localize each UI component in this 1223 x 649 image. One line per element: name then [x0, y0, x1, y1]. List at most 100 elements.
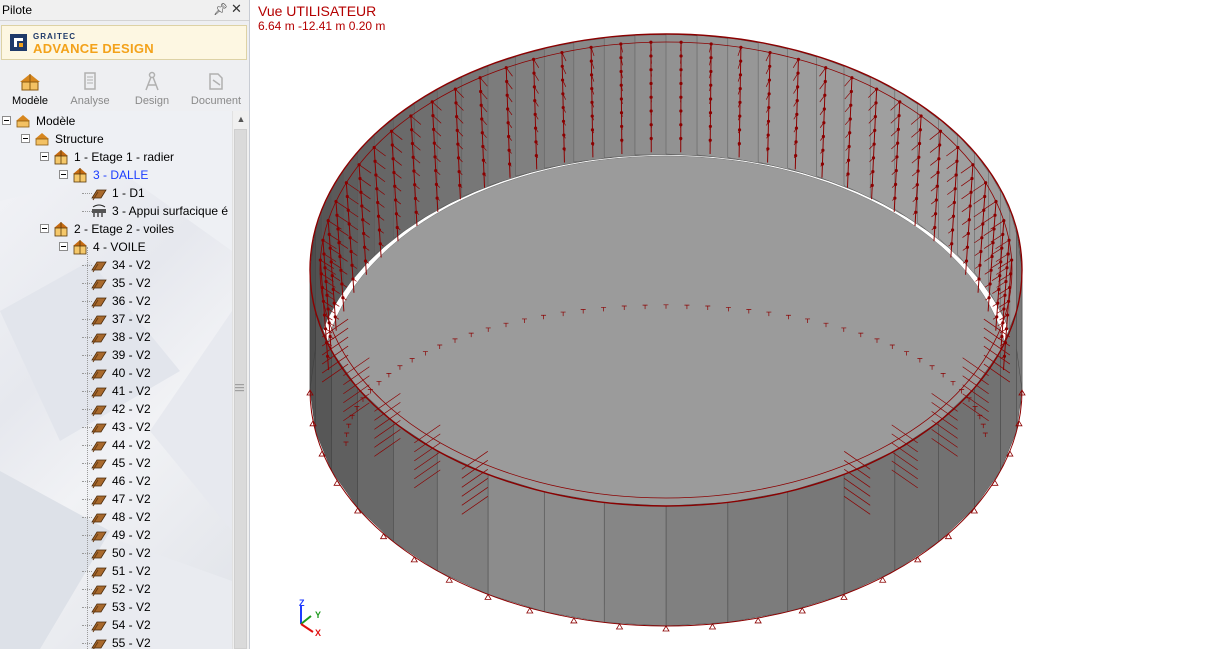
- tree-node-wall[interactable]: 34 - V2: [0, 256, 232, 274]
- load-arrow-head: [895, 155, 899, 159]
- load-arrow-head: [919, 114, 923, 118]
- tree-node-wall[interactable]: 43 - V2: [0, 418, 232, 436]
- load-arrow-head: [456, 156, 461, 160]
- load-arrow-head: [738, 100, 742, 105]
- tab-analysis[interactable]: Analyse: [60, 64, 120, 110]
- load-arrow-head: [739, 59, 743, 63]
- tree-node-wall[interactable]: 48 - V2: [0, 508, 232, 526]
- tree-node-wall[interactable]: 40 - V2: [0, 364, 232, 382]
- design-compass-icon: [145, 71, 159, 91]
- plate-icon: [91, 639, 107, 649]
- tree-node-wall[interactable]: 49 - V2: [0, 526, 232, 544]
- tree-node-level-1[interactable]: 1 - Etage 1 - radier: [0, 148, 232, 166]
- tree-node-wall[interactable]: 53 - V2: [0, 598, 232, 616]
- load-arrow-head: [479, 89, 483, 94]
- expand-toggle-icon[interactable]: [2, 116, 11, 125]
- tab-analysis-label: Analyse: [70, 95, 110, 107]
- tree-node-voile[interactable]: 4 - VOILE: [0, 238, 232, 256]
- tree-node-label: 34 - V2: [112, 258, 151, 272]
- load-arrow-head: [950, 228, 955, 232]
- close-icon[interactable]: ✕: [231, 1, 242, 17]
- axis-x-label: X: [315, 628, 322, 638]
- load-arrow-head: [413, 196, 418, 201]
- load-arrow-head: [326, 307, 330, 311]
- tree-node-wall[interactable]: 39 - V2: [0, 346, 232, 364]
- load-arrow-head: [870, 183, 874, 187]
- tab-design[interactable]: Design: [122, 64, 182, 110]
- expand-toggle-icon[interactable]: [40, 224, 49, 233]
- pin-icon[interactable]: 📌︎: [213, 2, 228, 16]
- load-arrow-head: [871, 170, 875, 174]
- tree-node-wall[interactable]: 55 - V2: [0, 634, 232, 649]
- tree-node-wall[interactable]: 44 - V2: [0, 436, 232, 454]
- load-arrow-head: [344, 181, 348, 185]
- tree-node-wall[interactable]: 47 - V2: [0, 490, 232, 508]
- tree-node-wall[interactable]: 46 - V2: [0, 472, 232, 490]
- 3d-viewport[interactable]: Vue UTILISATEUR 6.64 m -12.41 m 0.20 m Z…: [253, 0, 1223, 649]
- expand-toggle-icon[interactable]: [40, 152, 49, 161]
- tree-node-wall[interactable]: 42 - V2: [0, 400, 232, 418]
- tree-node-dalle[interactable]: 3 - DALLE: [0, 166, 232, 184]
- load-arrow-head: [358, 176, 362, 181]
- tree-node-d1[interactable]: 1 - D1: [0, 184, 232, 202]
- tree-node-wall[interactable]: 41 - V2: [0, 382, 232, 400]
- tree-node-surface-support[interactable]: 3 - Appui surfacique é: [0, 202, 232, 220]
- expand-toggle-icon[interactable]: [59, 170, 68, 179]
- load-arrow-head: [794, 154, 798, 158]
- plate-icon: [91, 567, 107, 579]
- model-3d-scene[interactable]: [253, 0, 1223, 649]
- load-arrow-head: [850, 76, 854, 80]
- load-arrow-head: [328, 334, 332, 339]
- expand-toggle-icon[interactable]: [21, 134, 30, 143]
- tree-node-level-2[interactable]: 2 - Etage 2 - voiles: [0, 220, 232, 238]
- load-arrow-head: [323, 327, 328, 331]
- load-arrow-head: [409, 114, 413, 118]
- tree-node-structure[interactable]: Structure: [0, 130, 232, 148]
- tree-node-wall[interactable]: 52 - V2: [0, 580, 232, 598]
- load-arrow-head: [896, 141, 900, 145]
- load-arrow-head: [738, 114, 742, 118]
- tree-node-wall[interactable]: 37 - V2: [0, 310, 232, 328]
- load-arrow-head: [679, 136, 683, 141]
- load-arrow-head: [1010, 258, 1014, 262]
- tree-node-label: 47 - V2: [112, 492, 151, 506]
- folder-icon: [35, 133, 49, 146]
- load-arrow-head: [969, 190, 973, 194]
- tree-node-model[interactable]: Modèle: [0, 112, 232, 130]
- load-arrow-head: [916, 169, 920, 173]
- tree-node-wall[interactable]: 45 - V2: [0, 454, 232, 472]
- load-arrow-head: [823, 79, 827, 84]
- load-arrow-head: [875, 87, 879, 91]
- load-arrow-head: [893, 182, 898, 187]
- expand-toggle-icon[interactable]: [59, 242, 68, 251]
- load-arrow-head: [591, 142, 595, 146]
- plate-icon: [91, 189, 107, 201]
- load-arrow-head: [534, 154, 538, 158]
- load-arrow-head: [359, 190, 363, 194]
- load-arrow-head: [589, 45, 593, 50]
- tree-node-wall[interactable]: 54 - V2: [0, 616, 232, 634]
- level-icon: [54, 222, 68, 237]
- load-arrow-head: [454, 101, 458, 105]
- load-arrow-head: [480, 117, 484, 121]
- load-arrow-head: [414, 210, 418, 214]
- tab-model[interactable]: Modèle: [0, 64, 60, 110]
- graitec-logo-icon: [10, 34, 27, 51]
- tab-document[interactable]: Document: [186, 64, 246, 110]
- tree-node-wall[interactable]: 35 - V2: [0, 274, 232, 292]
- tree-node-label: 40 - V2: [112, 366, 151, 380]
- load-arrow-head: [395, 225, 399, 230]
- tree-guide-line: [87, 247, 88, 649]
- pilot-tabs: Modèle Analyse Design Document: [0, 64, 249, 110]
- load-arrow-head: [679, 95, 683, 99]
- level-icon: [54, 150, 68, 165]
- load-arrow-head: [393, 184, 397, 188]
- scroll-up-arrow-icon[interactable]: ▲: [233, 111, 249, 128]
- tree-node-wall[interactable]: 51 - V2: [0, 562, 232, 580]
- plate-icon: [91, 333, 107, 345]
- load-arrow-head: [980, 236, 984, 240]
- tree-node-wall[interactable]: 50 - V2: [0, 544, 232, 562]
- tree-node-wall[interactable]: 38 - V2: [0, 328, 232, 346]
- tree-node-wall[interactable]: 36 - V2: [0, 292, 232, 310]
- load-arrow-head: [984, 181, 988, 185]
